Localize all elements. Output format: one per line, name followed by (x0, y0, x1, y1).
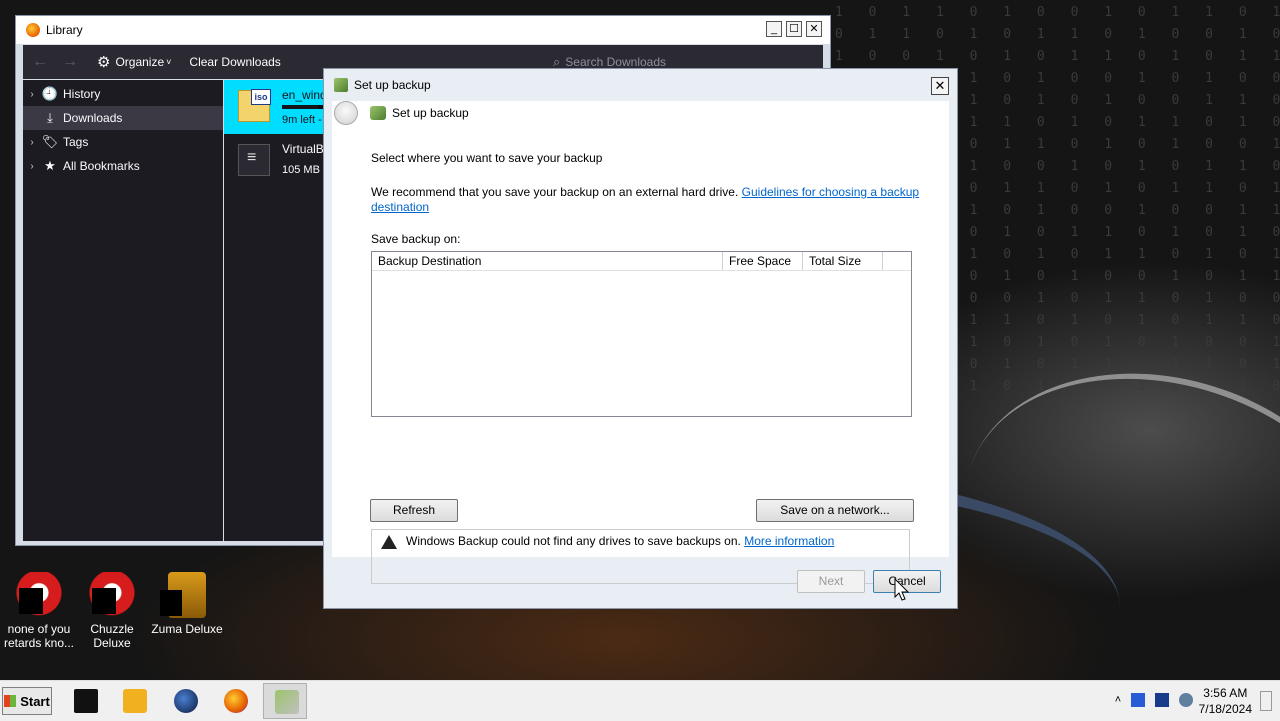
backup-header: Set up backup (332, 101, 949, 125)
show-desktop-button[interactable] (1260, 691, 1272, 711)
refresh-button[interactable]: Refresh (370, 499, 458, 522)
organize-menu[interactable]: ⚙ Organize ˅ (97, 53, 171, 71)
mouse-cursor-icon (894, 578, 910, 601)
media-player-icon (123, 689, 147, 713)
sidebar-item-tags[interactable]: › 🏷 Tags (23, 130, 223, 154)
system-tray: ˄ 3:56 AM 7/18/2024 (1105, 681, 1280, 721)
chevron-up-icon[interactable]: ˄ (1111, 693, 1125, 707)
start-label: Start (20, 693, 50, 709)
clear-downloads-button[interactable]: Clear Downloads (189, 55, 280, 69)
minimize-button[interactable]: _ (766, 21, 782, 37)
taskbar-app-globe[interactable] (163, 683, 207, 719)
sidebar-item-label: Downloads (63, 111, 123, 125)
backup-footer: Next Cancel (332, 559, 949, 604)
table-header: Backup Destination Free Space Total Size (372, 252, 911, 271)
desktop-icon-label: Chuzzle Deluxe (90, 622, 134, 650)
close-button[interactable]: ✕ (806, 21, 822, 37)
next-button[interactable]: Next (797, 570, 865, 593)
clock-date: 7/18/2024 (1198, 702, 1252, 716)
backup-header-title: Set up backup (392, 106, 469, 120)
column-header-filler (883, 252, 911, 270)
desktop-icon[interactable]: Chuzzle Deluxe (73, 572, 151, 650)
red-game-icon (89, 572, 135, 618)
column-header[interactable]: Backup Destination (372, 252, 723, 270)
download-filename: VirtualB (282, 142, 324, 156)
backup-app-icon (275, 690, 299, 714)
star-icon: ★ (44, 158, 56, 173)
organize-label: Organize (115, 55, 165, 69)
backup-dialog: Set up backup ✕ Set up backup Select whe… (323, 68, 958, 609)
chevron-right-icon[interactable]: › (23, 161, 41, 172)
forward-arrow-icon[interactable]: → (57, 49, 83, 75)
sidebar-item-history[interactable]: › 🕘 History (23, 82, 223, 106)
sidebar-item-label: Tags (63, 135, 89, 149)
maximize-button[interactable]: ☐ (786, 21, 802, 37)
clock[interactable]: 3:56 AM 7/18/2024 (1199, 685, 1252, 717)
download-status: 105 MB (282, 164, 320, 176)
tag-icon: 🏷 (41, 134, 59, 149)
backup-icon (370, 106, 386, 120)
windows-flag-icon (4, 695, 17, 707)
history-icon: 🕘 (41, 86, 59, 101)
chevron-down-icon: ˅ (166, 57, 172, 67)
sidebar-item-all-bookmarks[interactable]: › ★ All Bookmarks (23, 154, 223, 178)
terminal-icon (74, 689, 98, 713)
download-status: 9m left - (282, 114, 322, 126)
firefox-icon (26, 23, 40, 37)
warning-message: Windows Backup could not find any drives… (406, 534, 834, 548)
desktop-icon-label: Zuma Deluxe (151, 622, 223, 636)
sidebar-item-downloads[interactable]: ⤓ Downloads (23, 106, 223, 130)
column-header[interactable]: Free Space (723, 252, 803, 270)
backup-recommendation: We recommend that you save your backup o… (371, 185, 921, 215)
firefox-icon (224, 689, 248, 713)
start-button[interactable]: Start (2, 687, 52, 715)
volume-icon[interactable] (1179, 693, 1193, 707)
globe-icon (174, 689, 198, 713)
taskbar-app-firefox[interactable] (213, 683, 257, 719)
network-icon[interactable] (1131, 693, 1145, 707)
desktop-icon-label: none of you retards kno... (3, 622, 75, 650)
desktop-icon[interactable]: none of you retards kno... (0, 572, 78, 650)
red-game-icon (16, 572, 62, 618)
backup-icon (334, 78, 348, 92)
more-information-link[interactable]: More information (744, 534, 834, 548)
backup-content: Set up backup Select where you want to s… (332, 101, 949, 584)
chevron-right-icon[interactable]: › (23, 137, 41, 148)
chevron-right-icon[interactable]: › (23, 89, 41, 100)
back-arrow-icon[interactable]: ← (27, 49, 53, 75)
taskbar-app-backup[interactable] (263, 683, 307, 719)
clock-time: 3:56 AM (1203, 686, 1248, 700)
display-icon[interactable] (1155, 693, 1169, 707)
gear-icon: ⚙ (97, 54, 111, 71)
column-header[interactable]: Total Size (803, 252, 883, 270)
close-button[interactable]: ✕ (931, 77, 949, 95)
warning-icon (381, 535, 397, 549)
taskbar: Start ˄ 3:56 AM 7/18/2024 (0, 680, 1280, 721)
recommend-text: We recommend that you save your backup o… (371, 185, 739, 199)
download-progress-fill (282, 105, 318, 109)
warning-text: Windows Backup could not find any drives… (406, 534, 741, 548)
save-on-network-button[interactable]: Save on a network... (756, 499, 914, 522)
download-filename: en_wind (282, 88, 327, 102)
gold-game-icon (160, 572, 206, 618)
taskbar-app-media-player[interactable] (112, 683, 156, 719)
window-controls: _ ☐ ✕ (766, 21, 822, 37)
sidebar-item-label: All Bookmarks (63, 159, 140, 173)
back-button[interactable] (334, 101, 358, 125)
taskbar-app-terminal[interactable] (63, 683, 107, 719)
iso-file-icon (238, 89, 271, 122)
backup-titlebar[interactable]: Set up backup (324, 69, 957, 101)
save-on-label: Save backup on: (371, 232, 461, 246)
sidebar-item-label: History (63, 87, 101, 101)
library-titlebar[interactable]: Library (16, 16, 830, 44)
backup-heading: Select where you want to save your backu… (371, 151, 603, 165)
backup-destination-table[interactable]: Backup Destination Free Space Total Size (371, 251, 912, 417)
library-title: Library (46, 23, 83, 37)
backup-title: Set up backup (354, 78, 431, 92)
library-sidebar: › 🕘 History ⤓ Downloads › 🏷 Tags › ★ All… (23, 80, 223, 541)
search-placeholder: Search Downloads (565, 55, 667, 69)
document-file-icon (238, 144, 270, 176)
desktop-icon[interactable]: Zuma Deluxe (148, 572, 226, 636)
download-icon: ⤓ (47, 110, 53, 125)
